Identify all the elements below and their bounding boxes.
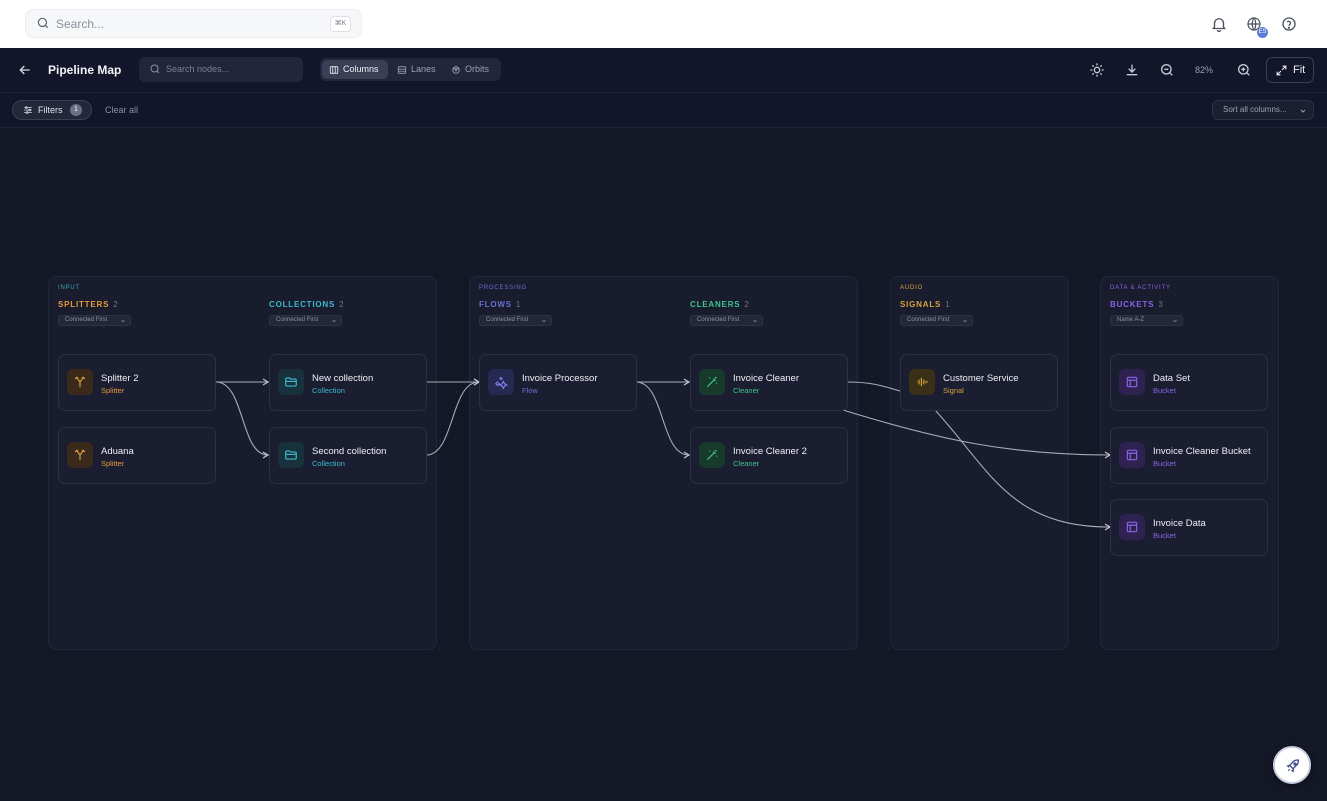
edge	[425, 378, 481, 456]
node-badge	[1119, 514, 1145, 540]
split-icon	[74, 449, 86, 461]
folder-icon	[285, 377, 297, 387]
table-icon	[1126, 449, 1138, 461]
node-name: Data Set	[1153, 373, 1190, 384]
node-badge	[278, 369, 304, 395]
node-data-set[interactable]: Data Set Bucket	[1110, 354, 1268, 411]
sparkles-icon	[494, 376, 508, 389]
node-type: Bucket	[1153, 459, 1176, 468]
node-badge	[909, 369, 935, 395]
edge	[215, 381, 270, 459]
node-badge	[1119, 442, 1145, 468]
node-invoice-processor[interactable]: Invoice Processor Flow	[479, 354, 637, 411]
edge	[934, 409, 1112, 531]
node-type: Collection	[312, 386, 345, 395]
node-name: Aduana	[101, 446, 134, 457]
node-name: Customer Service	[943, 373, 1019, 384]
node-invoice-cleaner-bucket[interactable]: Invoice Cleaner Bucket Bucket	[1110, 427, 1268, 484]
node-type: Cleaner	[733, 386, 760, 395]
node-invoice-cleaner[interactable]: Invoice Cleaner Cleaner	[690, 354, 848, 411]
node-second-collection[interactable]: Second collection Collection	[269, 427, 427, 484]
node-type: Splitter	[101, 386, 125, 395]
node-type: Bucket	[1153, 531, 1176, 540]
node-name: Invoice Processor	[522, 373, 598, 384]
node-name: Invoice Cleaner	[733, 373, 800, 384]
wand-icon	[706, 449, 718, 461]
node-type: Bucket	[1153, 386, 1176, 395]
split-icon	[74, 376, 86, 388]
node-new-collection[interactable]: New collection Collection	[269, 354, 427, 411]
node-name: Invoice Data	[1153, 518, 1206, 529]
node-aduana[interactable]: Aduana Splitter	[58, 427, 216, 484]
node-splitter-2[interactable]: Splitter 2 Splitter	[58, 354, 216, 411]
audio-wave-icon	[916, 377, 928, 387]
node-badge	[488, 369, 514, 395]
node-badge	[67, 369, 93, 395]
node-badge	[1119, 369, 1145, 395]
node-invoice-cleaner-2[interactable]: Invoice Cleaner 2 Cleaner	[690, 427, 848, 484]
node-name: New collection	[312, 373, 374, 384]
wand-icon	[706, 376, 718, 388]
node-badge	[699, 442, 725, 468]
edge	[842, 409, 1112, 459]
node-invoice-data[interactable]: Invoice Data Bucket	[1110, 499, 1268, 556]
node-type: Signal	[943, 386, 964, 395]
edge	[845, 381, 901, 392]
node-name: Invoice Cleaner 2	[733, 446, 807, 457]
table-icon	[1126, 521, 1138, 533]
node-name: Splitter 2	[101, 373, 139, 384]
edge	[635, 381, 691, 459]
node-type: Collection	[312, 459, 345, 468]
node-type: Splitter	[101, 459, 125, 468]
node-name: Invoice Cleaner Bucket	[1153, 446, 1251, 457]
node-name: Second collection	[312, 446, 387, 457]
node-type: Flow	[522, 386, 538, 395]
node-badge	[278, 442, 304, 468]
node-badge	[67, 442, 93, 468]
rocket-icon	[1286, 759, 1300, 773]
launch-button[interactable]	[1273, 746, 1311, 784]
node-badge	[699, 369, 725, 395]
table-icon	[1126, 376, 1138, 388]
node-customer-service[interactable]: Customer Service Signal	[900, 354, 1058, 411]
folder-icon	[285, 450, 297, 460]
node-type: Cleaner	[733, 459, 760, 468]
